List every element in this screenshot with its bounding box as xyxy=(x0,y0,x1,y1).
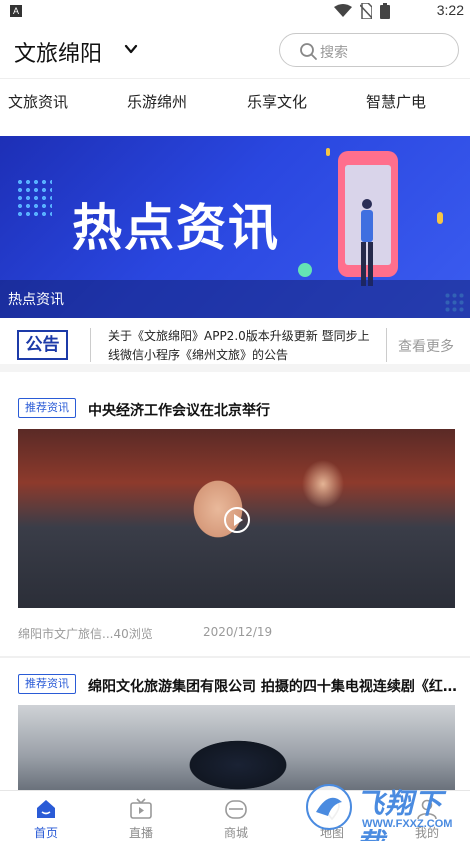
divider xyxy=(90,328,91,362)
search-placeholder: 搜索 xyxy=(320,45,348,61)
person-illustration xyxy=(361,199,373,286)
news-card[interactable]: 推荐资讯 中央经济工作会议在北京举行 绵阳市文广旅信...40浏览 2020/1… xyxy=(0,380,470,656)
announcement-text[interactable]: 关于《文旅绵阳》APP2.0版本升级更新 暨同步上线微信小程序《绵州文旅》的公告 xyxy=(108,327,380,365)
sim-off-icon xyxy=(360,3,372,19)
watermark-text: 飞翔下载 xyxy=(356,787,444,841)
news-source-views: 绵阳市文广旅信...40浏览 xyxy=(18,627,153,641)
search-icon xyxy=(300,43,317,60)
decorative-pill xyxy=(437,212,443,224)
news-date: 2020/12/19 xyxy=(203,625,273,639)
battery-icon xyxy=(380,3,390,19)
live-tv-icon xyxy=(130,798,152,819)
decorative-dots xyxy=(16,178,52,218)
watermark-url: WWW.FXXZ.COM xyxy=(362,818,453,830)
nav-home-label: 首页 xyxy=(33,826,58,840)
banner-headline: 热点资讯 xyxy=(72,199,280,257)
news-title[interactable]: 绵阳文化旅游集团有限公司 拍摄的四十集电视连续剧《红... xyxy=(88,676,458,696)
search-input[interactable]: 搜索 xyxy=(279,33,459,67)
app-header: 文旅绵阳 搜索 xyxy=(0,24,470,78)
tab-wenlv-news[interactable]: 文旅资讯 xyxy=(8,91,68,112)
hot-news-banner[interactable]: 热点资讯 热点资讯 xyxy=(0,136,470,318)
app-notification-icon: A xyxy=(10,5,22,17)
status-bar: A 3:22 xyxy=(0,0,470,24)
announcement-bar[interactable]: 公告 关于《文旅绵阳》APP2.0版本升级更新 暨同步上线微信小程序《绵州文旅》… xyxy=(0,318,470,372)
play-icon[interactable] xyxy=(224,507,250,533)
city-selector-title[interactable]: 文旅绵阳 xyxy=(14,36,102,68)
chevron-down-icon[interactable] xyxy=(122,40,140,58)
recommended-tag: 推荐资讯 xyxy=(18,398,76,418)
home-icon xyxy=(37,800,55,818)
nav-live[interactable]: 直播 xyxy=(111,797,171,841)
watermark: 飞翔下载 WWW.FXXZ.COM xyxy=(300,780,470,841)
tab-smart-broadcast[interactable]: 智慧广电 xyxy=(366,91,426,112)
banner-caption-bar: 热点资讯 xyxy=(0,280,470,318)
news-title[interactable]: 中央经济工作会议在北京举行 xyxy=(88,400,458,420)
recommended-tag: 推荐资讯 xyxy=(18,674,76,694)
category-tabs: 文旅资讯 乐游绵州 乐享文化 智慧广电 xyxy=(0,78,470,136)
news-thumbnail[interactable] xyxy=(18,705,455,790)
decorative-pill-small xyxy=(326,148,330,156)
announcement-badge: 公告 xyxy=(17,330,68,360)
system-icons xyxy=(334,3,390,19)
nav-home[interactable]: 首页 xyxy=(16,797,76,841)
shop-icon xyxy=(225,800,247,819)
tab-lexiang-culture[interactable]: 乐享文化 xyxy=(247,91,307,112)
nav-shop-label: 商城 xyxy=(223,826,248,840)
news-card[interactable]: 推荐资讯 绵阳文化旅游集团有限公司 拍摄的四十集电视连续剧《红... xyxy=(0,658,470,790)
divider xyxy=(386,328,387,362)
nav-shop[interactable]: 商城 xyxy=(206,797,266,841)
banner-caption: 热点资讯 xyxy=(8,292,64,308)
tab-leyou-mianzhou[interactable]: 乐游绵州 xyxy=(127,91,187,112)
nav-live-label: 直播 xyxy=(128,826,153,840)
decorative-circle xyxy=(298,263,312,277)
clock: 3:22 xyxy=(436,2,464,18)
view-more-link[interactable]: 查看更多 xyxy=(398,336,454,356)
watermark-logo-icon xyxy=(306,784,352,830)
wifi-icon xyxy=(334,4,352,17)
news-video-thumbnail[interactable] xyxy=(18,429,455,608)
